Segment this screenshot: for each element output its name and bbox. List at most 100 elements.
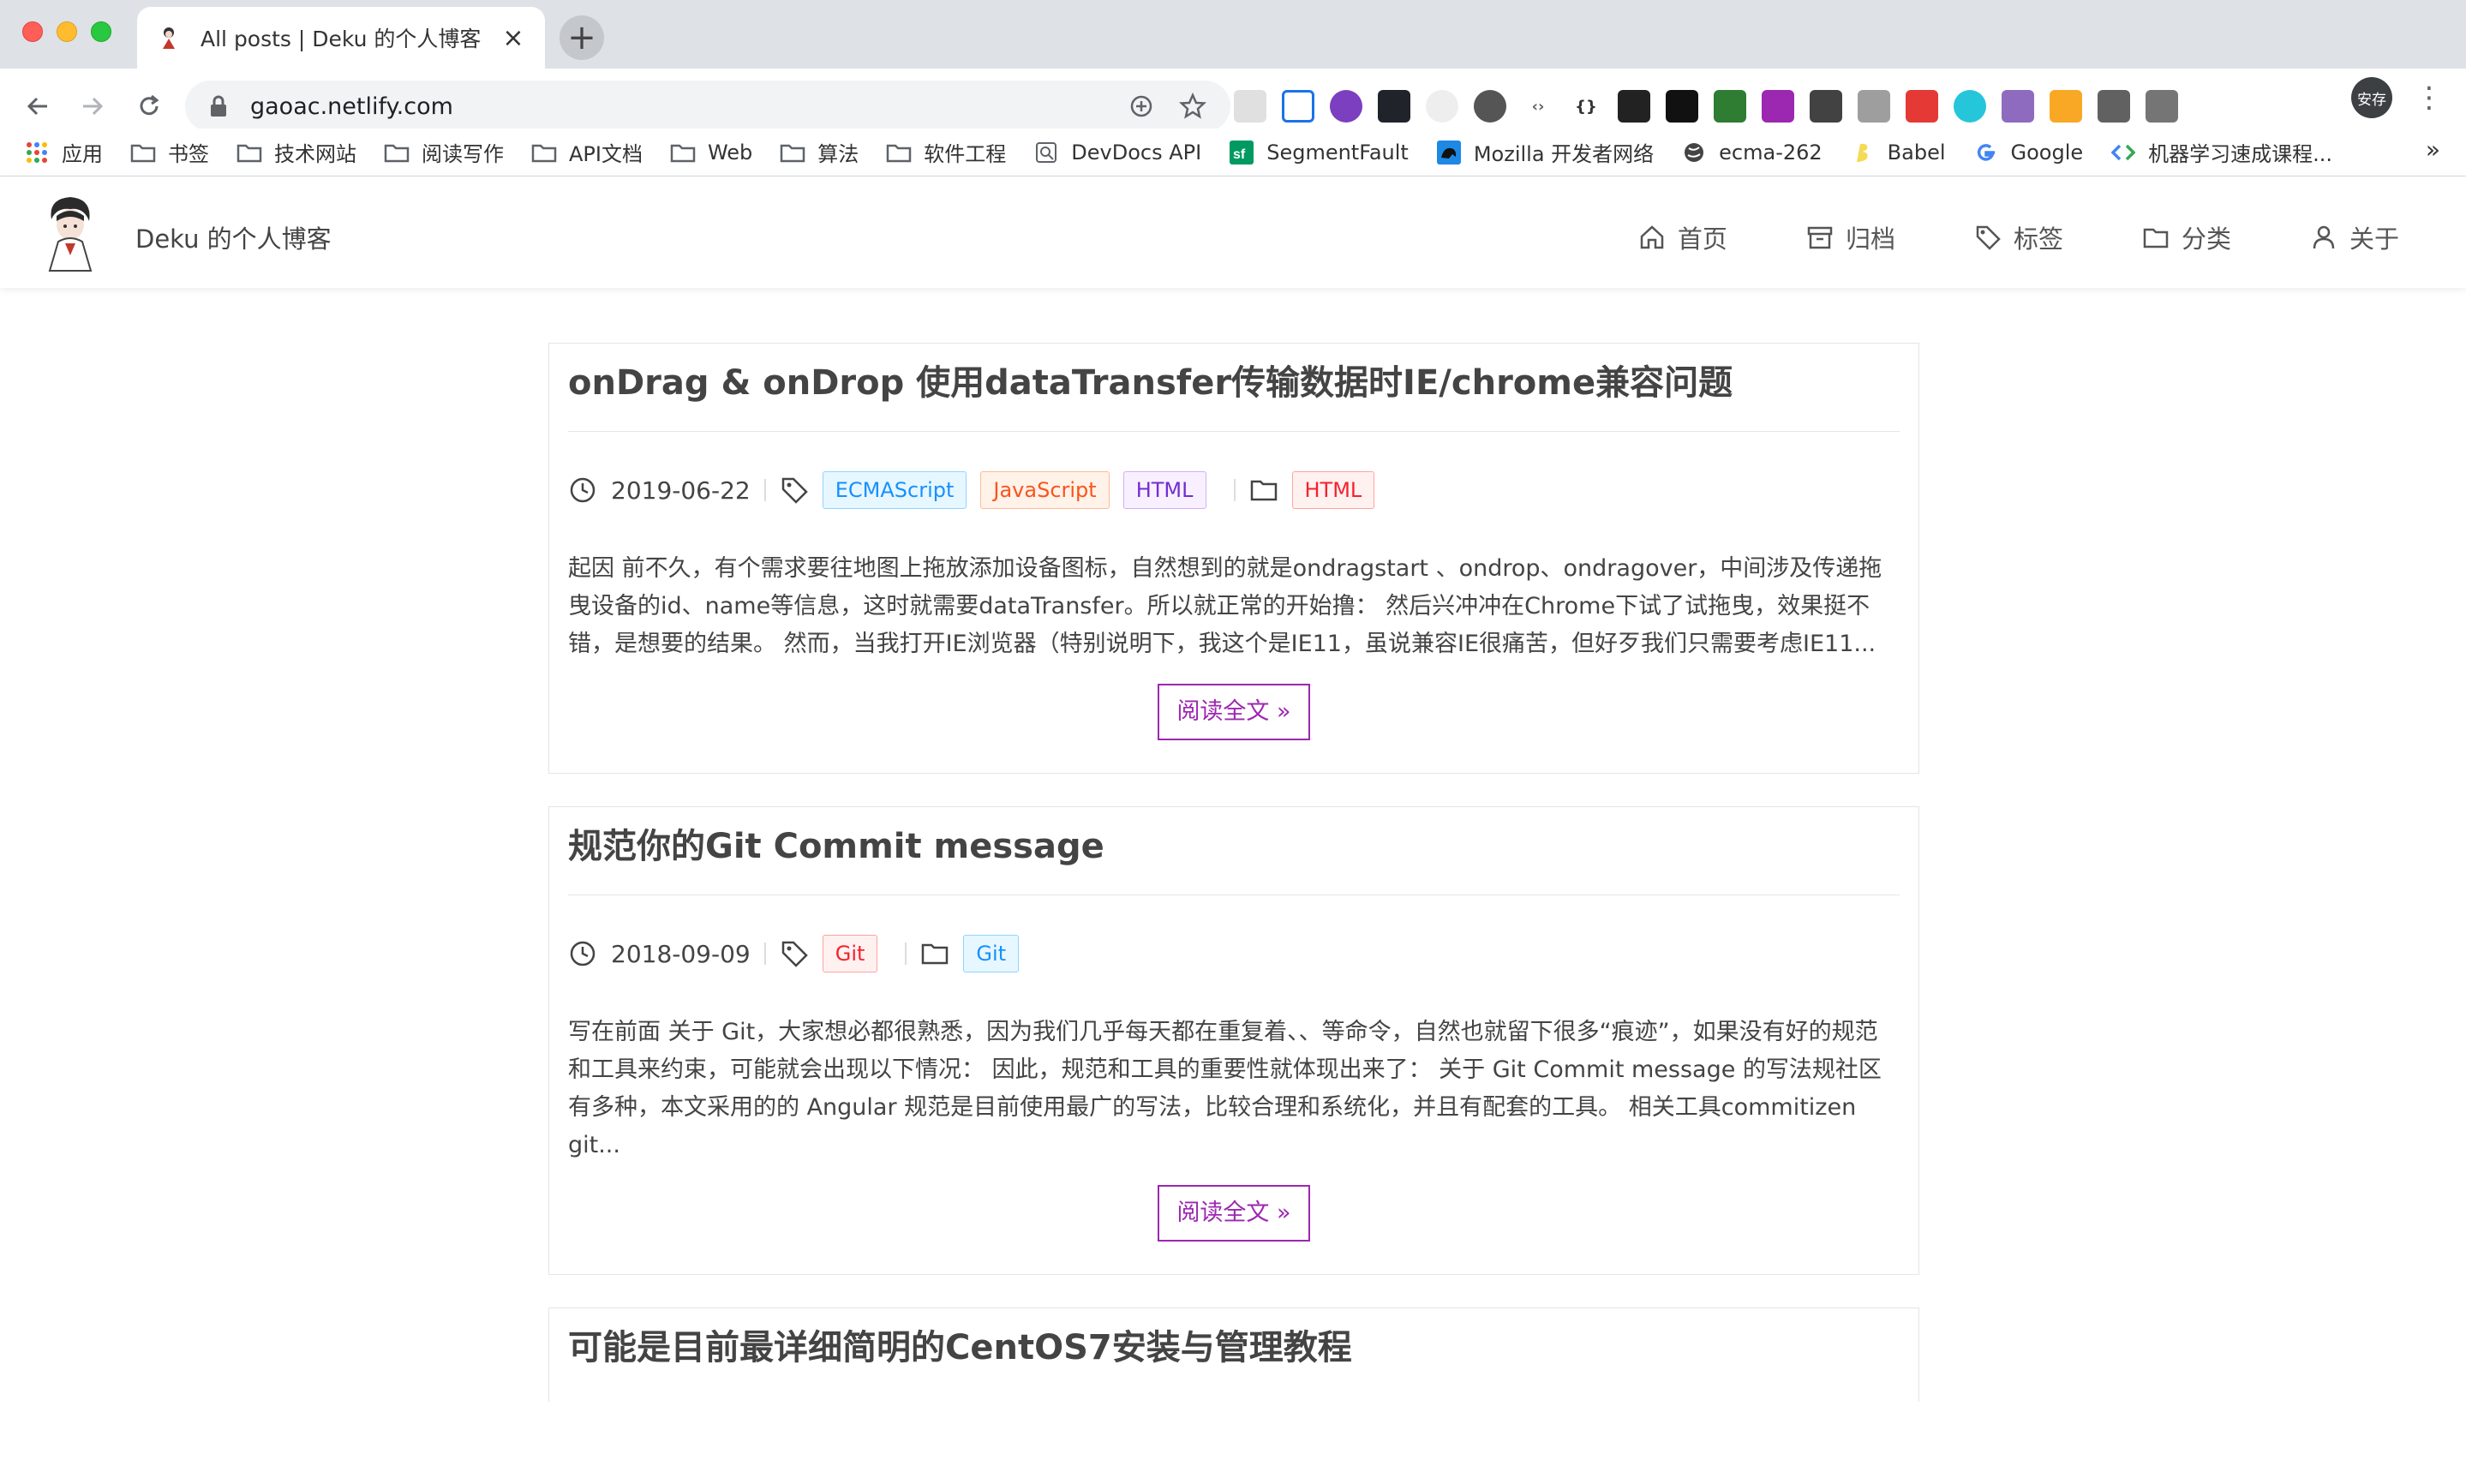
post-tag[interactable]: HTML — [1122, 471, 1206, 509]
add-page-icon[interactable] — [1124, 89, 1158, 123]
apps-grid-icon — [24, 141, 50, 164]
folder-icon — [670, 141, 696, 164]
bookmark-folder[interactable]: 算法 — [780, 137, 859, 167]
extension-tree-icon[interactable] — [1906, 90, 1938, 123]
window-minimize-button[interactable] — [57, 21, 77, 42]
post-tag[interactable]: ECMAScript — [822, 471, 967, 509]
bookmark-folder[interactable]: 软件工程 — [886, 137, 1006, 167]
read-more-wrap: 阅读全文 » — [568, 1185, 1900, 1274]
post-title[interactable]: onDrag & onDrop 使用dataTransfer传输数据时IE/ch… — [568, 359, 1900, 432]
extension-puzzle-icon[interactable] — [1858, 90, 1890, 123]
clock-icon — [570, 941, 596, 966]
bookmark-segmentfault[interactable]: sf SegmentFault — [1229, 140, 1409, 165]
extension-white-circle-icon[interactable] — [1426, 90, 1458, 123]
bookmark-label: 技术网站 — [274, 142, 356, 166]
post-excerpt: 起因 前不久，有个需求要往地图上拖放添加设备图标，自然想到的就是ondragst… — [568, 555, 1882, 657]
bookmarks-bar: 应用 书签 技术网站 阅读写作 API文档 Web 算法 软件工程 DevDoc… — [0, 129, 2466, 177]
extension-download-icon[interactable] — [2098, 90, 2130, 123]
folder-icon — [236, 141, 262, 164]
extension-glasses-icon[interactable] — [1618, 90, 1650, 123]
extension-teal-icon[interactable] — [1954, 90, 1986, 123]
post-tag[interactable]: Git — [822, 935, 878, 972]
mdn-icon — [1436, 140, 1462, 165]
url-text[interactable]: gaoac.netlify.com — [250, 93, 1107, 120]
reload-button[interactable] — [129, 86, 170, 127]
google-icon — [1973, 141, 1999, 164]
extension-json-icon[interactable]: {} — [1570, 90, 1602, 123]
post-category[interactable]: Git — [963, 935, 1020, 972]
bookmark-babel[interactable]: Babel — [1850, 141, 1946, 165]
nav-categories[interactable]: 分类 — [2142, 219, 2231, 255]
post-list: onDrag & onDrop 使用dataTransfer传输数据时IE/ch… — [548, 343, 1919, 1434]
window-maximize-button[interactable] — [91, 21, 111, 42]
nav-tags[interactable]: 标签 — [1974, 219, 2063, 255]
bookmark-folder[interactable]: 阅读写作 — [384, 137, 504, 167]
bookmark-apps[interactable]: 应用 — [24, 137, 103, 167]
profile-avatar[interactable]: 安存 — [2351, 77, 2392, 118]
bookmark-folder[interactable]: 技术网站 — [236, 137, 356, 167]
post-category[interactable]: HTML — [1291, 471, 1375, 509]
post-title[interactable]: 可能是目前最详细简明的CentOS7安装与管理教程 — [568, 1324, 1900, 1396]
browser-menu-icon[interactable]: ⋮ — [2415, 79, 2444, 117]
extension-books-icon[interactable] — [2050, 90, 2082, 123]
address-bar[interactable]: gaoac.netlify.com — [185, 81, 1230, 132]
user-icon — [2313, 225, 2335, 249]
read-more-button[interactable]: 阅读全文 » — [1158, 684, 1310, 740]
site-title[interactable]: Deku 的个人博客 — [135, 219, 332, 255]
bookmark-folder[interactable]: API文档 — [531, 137, 643, 167]
extension-code-icon[interactable]: ‹› — [1522, 90, 1554, 123]
read-more-wrap: 阅读全文 » — [568, 684, 1900, 773]
post-excerpt: 写在前面 关于 Git，大家想必都很熟悉，因为我们几乎每天都在重复着、、等命令，… — [568, 1019, 1882, 1158]
bookmark-folder[interactable]: Web — [670, 141, 752, 165]
bookmark-devdocs[interactable]: DevDocs API — [1033, 141, 1201, 165]
new-tab-button[interactable]: + — [560, 15, 604, 60]
extension-chat-icon[interactable] — [1474, 90, 1506, 123]
clock-icon — [570, 477, 596, 503]
nav-about[interactable]: 关于 — [2310, 219, 2399, 255]
extension-ghost-icon[interactable] — [1666, 90, 1698, 123]
nav-home[interactable]: 首页 — [1638, 219, 1727, 255]
bookmark-label: 书签 — [168, 142, 209, 166]
browser-tab-active[interactable]: All posts | Deku 的个人博客 × — [137, 7, 545, 69]
bookmark-star-icon[interactable] — [1176, 89, 1210, 123]
extension-crop-icon[interactable] — [1282, 90, 1314, 123]
bookmarks-more-button[interactable]: » — [2426, 135, 2440, 164]
bookmark-label: SegmentFault — [1266, 140, 1409, 165]
nav-label: 标签 — [2013, 224, 2063, 254]
post-title[interactable]: 规范你的Git Commit message — [568, 823, 1900, 895]
window-close-button[interactable] — [22, 21, 43, 42]
bookmark-folder[interactable]: 书签 — [130, 137, 209, 167]
bookmark-ml-course[interactable]: 机器学习速成课程... — [2110, 137, 2332, 167]
folder-icon — [531, 141, 557, 164]
post-card: onDrag & onDrop 使用dataTransfer传输数据时IE/ch… — [548, 343, 1919, 774]
read-more-button[interactable]: 阅读全文 » — [1158, 1185, 1310, 1242]
tag-icon — [781, 941, 808, 967]
bookmark-mdn[interactable]: Mozilla 开发者网络 — [1436, 137, 1654, 167]
extension-green-icon[interactable] — [1714, 90, 1746, 123]
folder-icon — [2143, 228, 2169, 248]
extension-purple-circle-icon[interactable] — [1330, 90, 1362, 123]
arrow-left-icon — [27, 97, 47, 116]
bookmark-label: Mozilla 开发者网络 — [1473, 142, 1655, 166]
reload-icon — [140, 94, 159, 116]
nav-archive[interactable]: 归档 — [1806, 219, 1895, 255]
extension-shield-icon[interactable] — [1810, 90, 1842, 123]
extension-window-icon[interactable] — [2146, 90, 2178, 123]
post-meta: 2018-09-09 Git Git — [568, 928, 1900, 979]
bookmark-google[interactable]: Google — [1973, 141, 2083, 165]
site-header: Deku 的个人博客 首页 归档 标签 分类 关于 — [0, 177, 2466, 288]
back-button[interactable] — [17, 86, 58, 127]
extension-react-icon[interactable] — [1378, 90, 1410, 123]
extension-rp-icon[interactable] — [1762, 90, 1794, 123]
post-tag[interactable]: JavaScript — [980, 471, 1110, 509]
site-favicon-icon — [163, 27, 175, 49]
nav-label: 归档 — [1845, 224, 1895, 254]
bookmark-ecma[interactable]: ecma-262 — [1681, 141, 1823, 165]
site-logo-avatar[interactable] — [39, 194, 101, 272]
forward-button[interactable] — [72, 86, 113, 127]
tab-close-icon[interactable]: × — [500, 23, 526, 53]
folder-icon — [922, 943, 949, 965]
extension-copyright-icon[interactable] — [1234, 90, 1266, 123]
extension-octocat-icon[interactable] — [2002, 90, 2034, 123]
bookmark-label: 应用 — [62, 142, 103, 166]
